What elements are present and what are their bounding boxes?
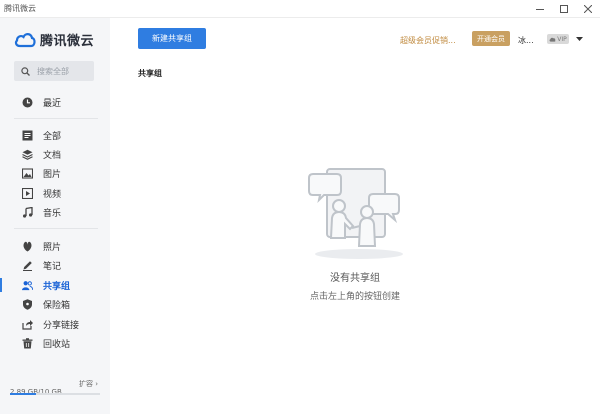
username[interactable]: 冰... [518,35,534,46]
main-panel: 新建共享组 超级会员促销... 开通会员 冰... VIP 共享组 没有共享组 … [110,18,600,414]
list-icon [22,130,33,140]
trash-icon [22,337,33,348]
sidebar-item-music[interactable]: 音乐 [0,203,110,221]
share-icon [22,319,33,330]
layers-icon [22,149,33,160]
maximize-button[interactable] [552,0,576,18]
sidebar-item-label: 分享链接 [43,320,80,331]
sidebar-item-notes[interactable]: 笔记 [0,256,110,274]
cloud-logo-icon [14,32,36,47]
empty-state-title: 没有共享组 [330,273,380,284]
cloud-icon [549,37,556,42]
sidebar-item-label: 音乐 [43,208,62,219]
maximize-icon [560,5,568,13]
open-vip-button[interactable]: 开通会员 [472,31,510,46]
empty-state-hint: 点击左上角的按钮创建 [309,292,400,302]
sidebar-item-label: 笔记 [43,261,62,272]
title-bar: 腾讯微云 [0,0,600,18]
empty-shared-group-illustration [308,168,403,259]
photo-petal-icon [23,241,32,251]
close-button[interactable] [576,0,600,18]
sidebar-item-label: 图片 [43,169,62,180]
promo-link[interactable]: 超级会员促销... [400,35,456,46]
sidebar: 腾讯微云 搜索全部 最近 全部 文档 图片 视频 音乐 照片 笔记 共享组 保险… [0,18,110,414]
minimize-button[interactable] [528,0,552,18]
sidebar-item-vault[interactable]: 保险箱 [0,295,110,313]
sidebar-item-docs[interactable]: 文档 [0,145,110,163]
sidebar-item-links[interactable]: 分享链接 [0,315,110,333]
app-logo: 腾讯微云 [14,30,94,49]
sidebar-item-label: 文档 [43,150,62,161]
sidebar-item-label: 全部 [43,131,62,142]
storage-usage: 2.89 GB/10 GB 扩容 › [10,379,100,398]
chevron-down-icon[interactable] [576,37,583,41]
sidebar-item-label: 照片 [43,242,62,253]
sidebar-divider [14,118,98,119]
music-icon [23,206,33,218]
image-icon [22,167,33,179]
sidebar-item-all[interactable]: 全部 [0,126,110,144]
storage-bar-fill [10,393,36,395]
sidebar-item-label: 保险箱 [43,300,71,311]
search-box[interactable]: 搜索全部 [14,61,94,81]
sidebar-item-label: 视频 [43,189,62,200]
search-placeholder: 搜索全部 [37,66,69,76]
minimize-icon [536,9,544,10]
window-title: 腾讯微云 [4,4,36,13]
vip-badge: VIP [547,34,569,44]
users-icon [22,280,33,290]
shield-icon [23,298,32,310]
sidebar-item-videos[interactable]: 视频 [0,184,110,202]
storage-bar [10,393,100,395]
sidebar-item-label: 最近 [43,98,62,109]
search-icon [21,66,30,76]
video-icon [22,187,33,199]
clock-icon [22,97,33,107]
sidebar-item-label: 共享组 [43,281,71,292]
sidebar-item-photos[interactable]: 照片 [0,237,110,255]
sidebar-item-label: 回收站 [43,339,71,350]
pen-icon [23,260,32,271]
sidebar-divider [14,228,98,229]
sidebar-item-images[interactable]: 图片 [0,164,110,182]
sidebar-item-shared[interactable]: 共享组 [0,276,110,294]
close-icon [584,5,592,13]
sidebar-item-recent[interactable]: 最近 [0,93,110,111]
sidebar-item-recycle[interactable]: 回收站 [0,334,110,352]
page-title: 共享组 [138,69,162,78]
vip-badge-text: VIP [557,35,567,43]
window-controls [528,0,600,18]
expand-storage-link[interactable]: 扩容 › [79,379,98,389]
logo-text: 腾讯微云 [40,34,95,49]
new-shared-group-button[interactable]: 新建共享组 [138,28,206,49]
